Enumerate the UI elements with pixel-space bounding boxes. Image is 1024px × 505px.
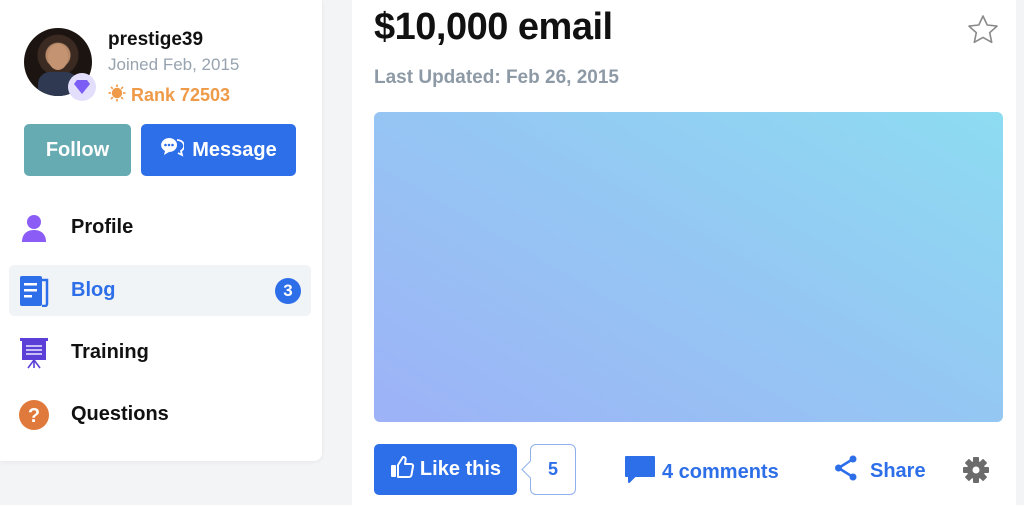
page-edge — [1016, 0, 1024, 505]
nav-item-questions[interactable]: ? Questions — [9, 389, 311, 440]
profile-card: prestige39 Joined Feb, 2015 Rank 72503 F… — [0, 0, 322, 461]
share-button[interactable]: Share — [834, 455, 926, 487]
nav-item-profile[interactable]: Profile — [9, 202, 311, 253]
post-title: $10,000 email — [374, 6, 613, 48]
rank-label: Rank 72503 — [131, 85, 231, 105]
follow-button[interactable]: Follow — [24, 124, 131, 176]
comment-icon — [624, 455, 656, 489]
nav-label: Blog — [71, 279, 116, 301]
like-count: 5 — [530, 444, 576, 495]
post-panel: $10,000 email Last Updated: Feb 26, 2015… — [352, 0, 1016, 505]
presentation-icon — [18, 337, 50, 369]
gem-icon — [68, 73, 96, 101]
blog-count-badge: 3 — [275, 277, 301, 304]
nav-label: Training — [71, 341, 149, 363]
nav-label: Profile — [71, 216, 134, 238]
share-label: Share — [870, 459, 926, 482]
like-button[interactable]: Like this — [374, 444, 517, 495]
blog-icon — [18, 275, 50, 307]
chat-bubbles-icon — [160, 137, 186, 163]
nav-item-blog[interactable]: Blog 3 — [9, 265, 311, 316]
last-updated: Last Updated: Feb 26, 2015 — [374, 67, 619, 88]
question-icon: ? — [18, 399, 50, 431]
gear-icon[interactable] — [962, 456, 990, 484]
rank-sun-icon — [108, 84, 126, 107]
post-cover-image — [374, 112, 1003, 422]
joined-date: Joined Feb, 2015 — [108, 55, 240, 74]
message-label: Message — [192, 138, 277, 161]
user-icon — [18, 212, 50, 244]
username[interactable]: prestige39 — [108, 29, 203, 51]
svg-text:?: ? — [28, 405, 40, 427]
star-icon[interactable] — [966, 13, 1000, 47]
share-icon — [834, 455, 858, 487]
nav-label: Questions — [71, 403, 169, 425]
nav-item-training[interactable]: Training — [9, 327, 311, 378]
like-label: Like this — [419, 458, 502, 480]
rank: Rank 72503 — [108, 84, 230, 107]
comments-label: 4 comments — [662, 460, 779, 483]
avatar-face — [48, 44, 68, 70]
message-button[interactable]: Message — [141, 124, 296, 176]
comments-link[interactable]: 4 comments — [624, 455, 779, 489]
thumbs-up-icon — [390, 455, 414, 484]
